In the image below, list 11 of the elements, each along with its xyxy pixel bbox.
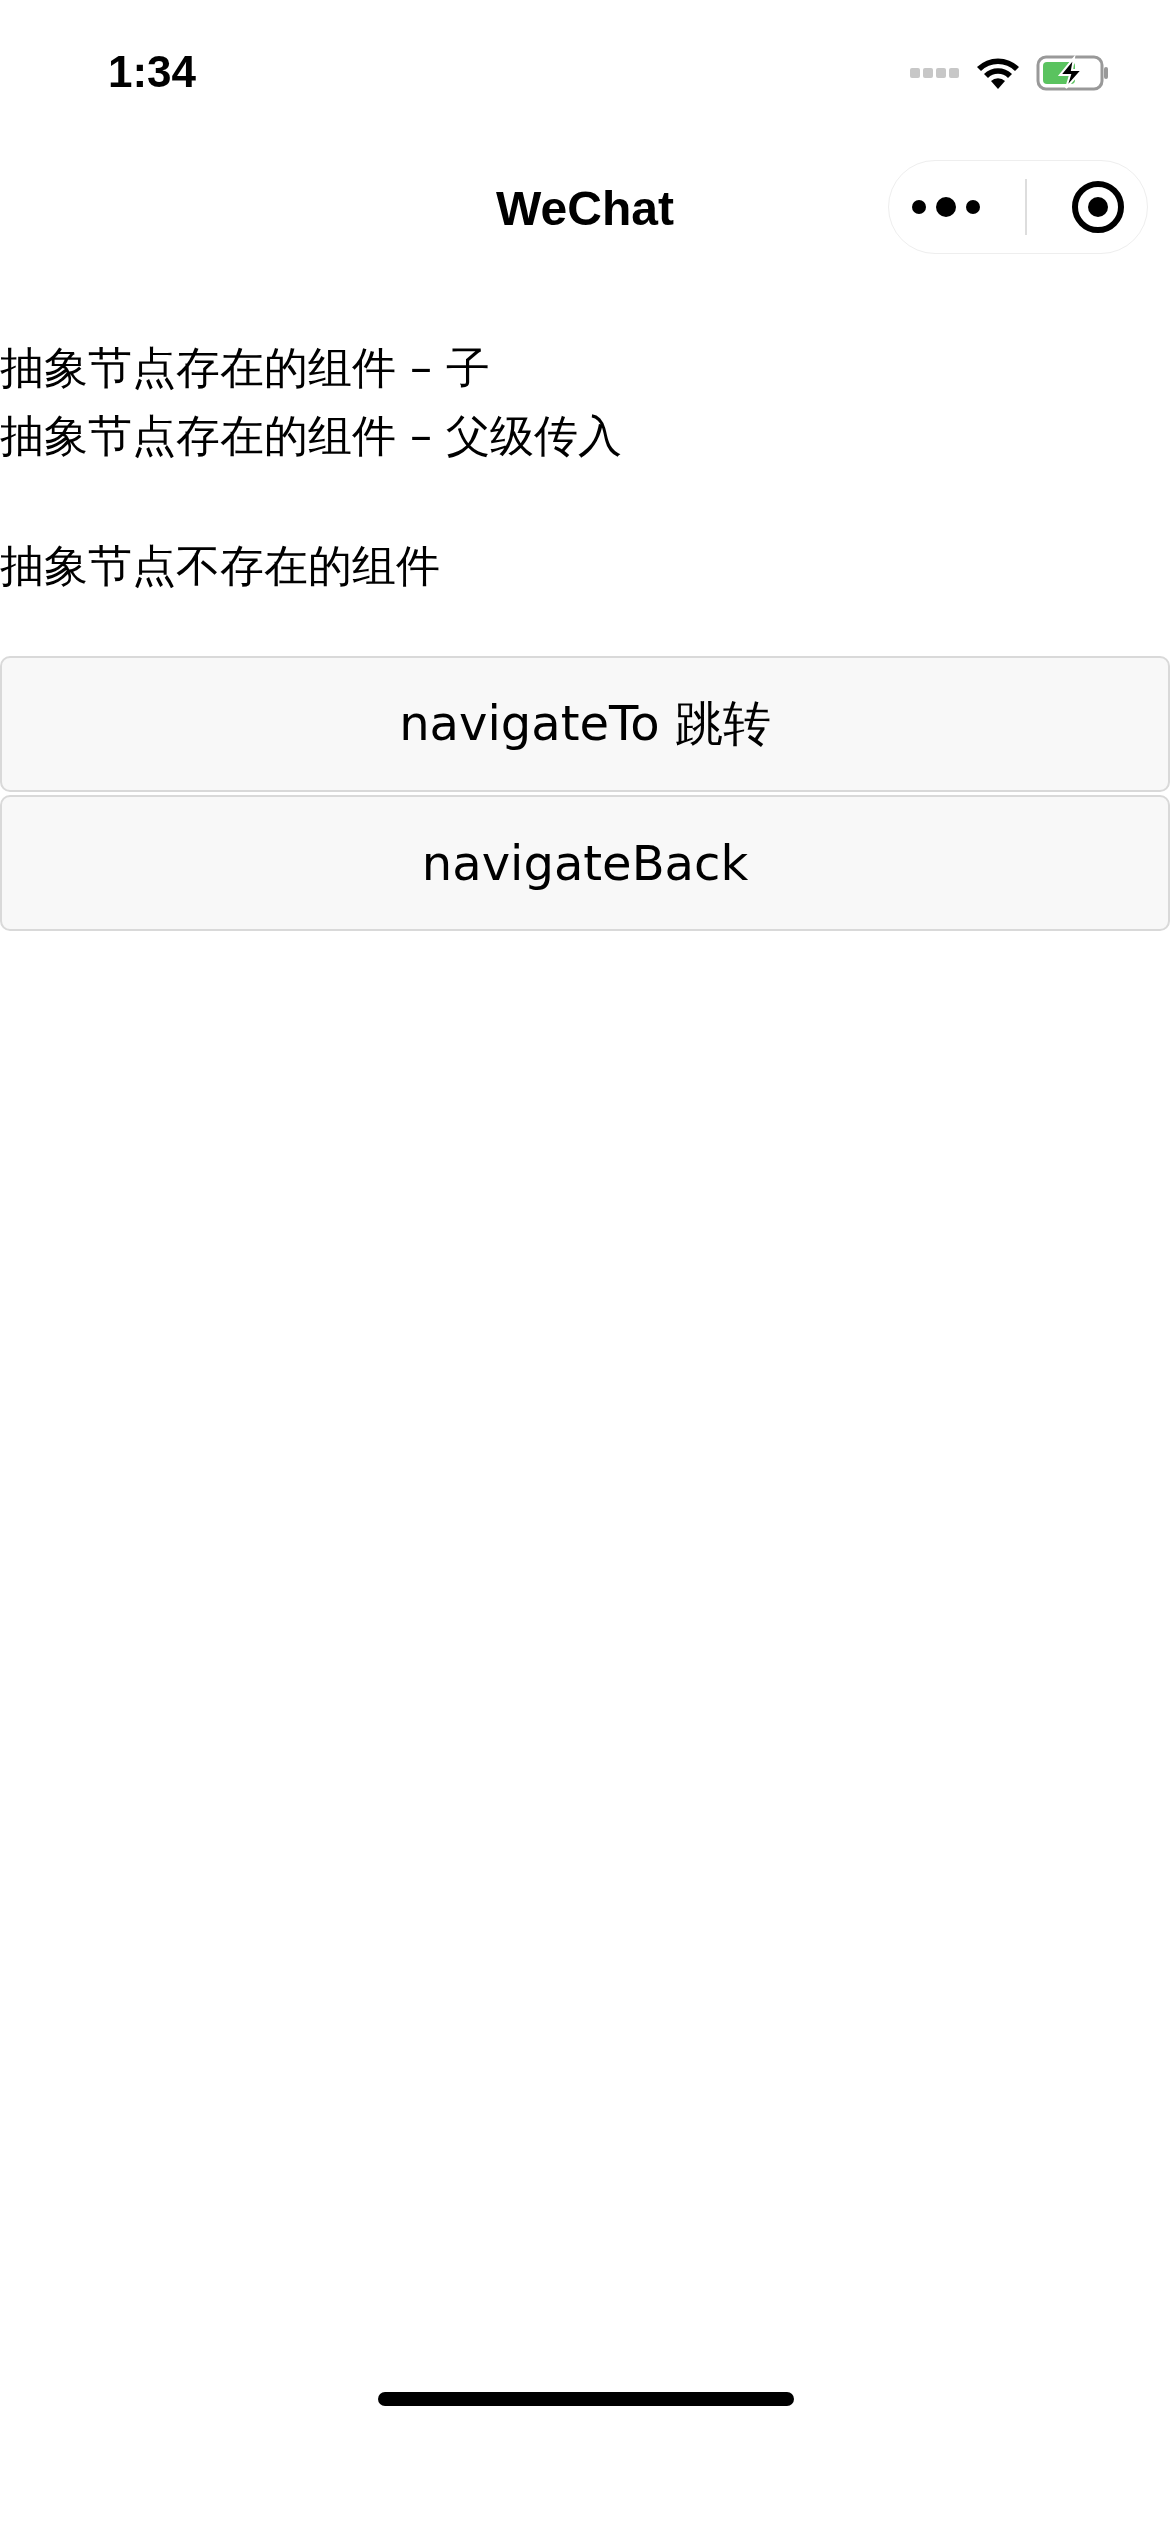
more-icon[interactable] (910, 196, 983, 218)
nav-button[interactable]: navigateTo 跳转 (0, 656, 1170, 792)
text-line: 抽象节点存在的组件 – 子 (0, 341, 490, 395)
signal-icon (910, 66, 960, 80)
close-icon[interactable] (1069, 179, 1126, 235)
text-line: 抽象节点不存在的组件 (0, 539, 440, 593)
nav-title: WeChat (496, 180, 674, 236)
battery-charging-icon (1036, 55, 1110, 91)
status-time: 1:34 (108, 47, 197, 97)
text-line: 抽象节点存在的组件 – 父级传入 (0, 409, 622, 463)
nav-button[interactable]: navigateBack (0, 795, 1170, 931)
